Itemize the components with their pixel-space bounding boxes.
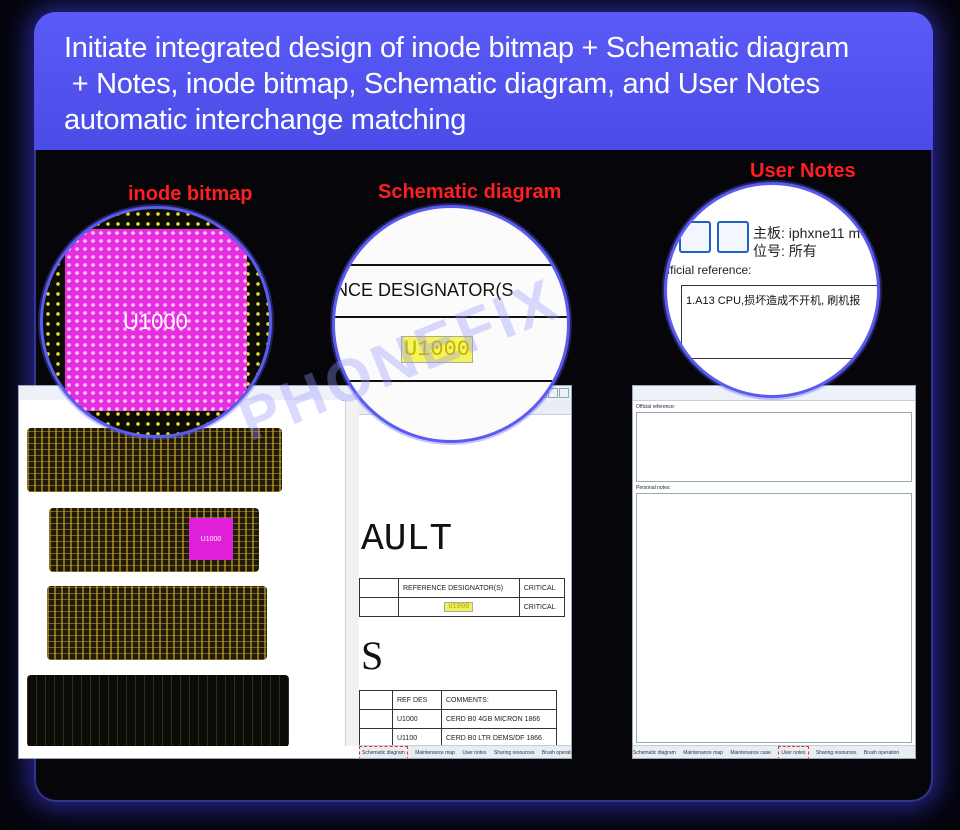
right-status-tabs: Schematic diagram Maintenance map Mainte… [633,745,915,758]
tab-sharing-resources[interactable]: Sharing resources [494,747,535,758]
magnifier-user-notes: 主板: iphxne11 m 位号: 所有 fficial reference:… [664,182,880,398]
table2-cell: U1100 [392,728,442,746]
schematic-view[interactable]: AULT REFERENCE DESIGNATOR(S) CRITICAL U1… [359,400,571,746]
tab-schematic-diagram[interactable]: Schematic diagram [359,746,408,758]
tab-maintenance-map[interactable]: Maintenance map [415,747,455,758]
magnified-chip-label: U1000 [123,309,188,334]
pcb-board-2[interactable]: U1000 [49,508,259,572]
vertical-scrollbar[interactable] [345,400,360,746]
close-icon[interactable] [559,388,569,398]
chip-u1000[interactable]: U1000 [189,518,233,560]
tab-brush-operation[interactable]: Brush operation [542,747,571,758]
table2-header-refdes: REF DES [392,690,442,710]
share-icon [717,221,749,253]
tab-maintenance-map[interactable]: Maintenance map [683,747,723,758]
schematic-big-s: S [361,633,384,678]
personal-notes-box[interactable] [636,493,912,743]
designator-u1000[interactable]: U1000 [444,602,474,612]
tab-maintenance-case[interactable]: Maintenance case [730,747,771,758]
official-reference-box[interactable] [636,412,912,482]
personal-notes-label: Personal notes: [636,485,671,491]
table1-header-designator: REFERENCE DESIGNATOR(S) [398,578,520,598]
official-reference-label: Official reference: [636,404,676,410]
pcb-view[interactable]: U1000 [19,400,341,746]
app-window-left: U1000 AULT REFERENCE DESIGNATOR(S) CRITI… [18,385,572,759]
save-icon [679,221,711,253]
tab-user-notes[interactable]: User notes [462,747,486,758]
pcb-board-3[interactable] [47,586,267,660]
tab-sharing-resources[interactable]: Sharing resources [816,747,857,758]
table2-header-comments: COMMENTS: [441,690,557,710]
left-status-tabs: Schematic diagram Maintenance map User n… [359,745,571,758]
board-label: 主板: iphxne11 m [753,225,861,241]
divider [335,264,567,266]
table-row: U1100 CERD B0 LTR DEMS/DF 1866 [359,728,557,746]
tab-schematic-diagram[interactable]: Schematic diagram [633,747,676,758]
table1-header-critical: CRITICAL [518,578,566,598]
schematic-title-text: AULT [361,518,453,561]
official-reference-note: 1.A13 CPU,损坏造成不开机, 刷机报 [681,285,877,359]
table-row: U1000 CERD B0 4GB MICRON 1866 [359,709,557,729]
tab-brush-operation[interactable]: Brush operation [864,747,899,758]
table2-cell: U1000 [392,709,442,729]
schematic-table-2: REF DES COMMENTS: U1000 CERD B0 4GB MICR… [359,690,557,746]
schematic-table-1: REFERENCE DESIGNATOR(S) CRITICAL U1000 C… [359,578,566,617]
table2-cell: CERD B0 4GB MICRON 1866 [441,709,557,729]
position-label: 位号: 所有 [753,243,817,259]
table2-cell: CERD B0 LTR DEMS/DF 1866 [441,728,557,746]
tab-user-notes[interactable]: User notes [778,746,809,758]
official-reference-label: fficial reference: [667,263,752,277]
app-window-right: Official reference: Personal notes: Sche… [632,385,916,759]
table1-critical-value: CRITICAL [518,597,566,617]
pcb-board-4[interactable] [27,675,289,746]
